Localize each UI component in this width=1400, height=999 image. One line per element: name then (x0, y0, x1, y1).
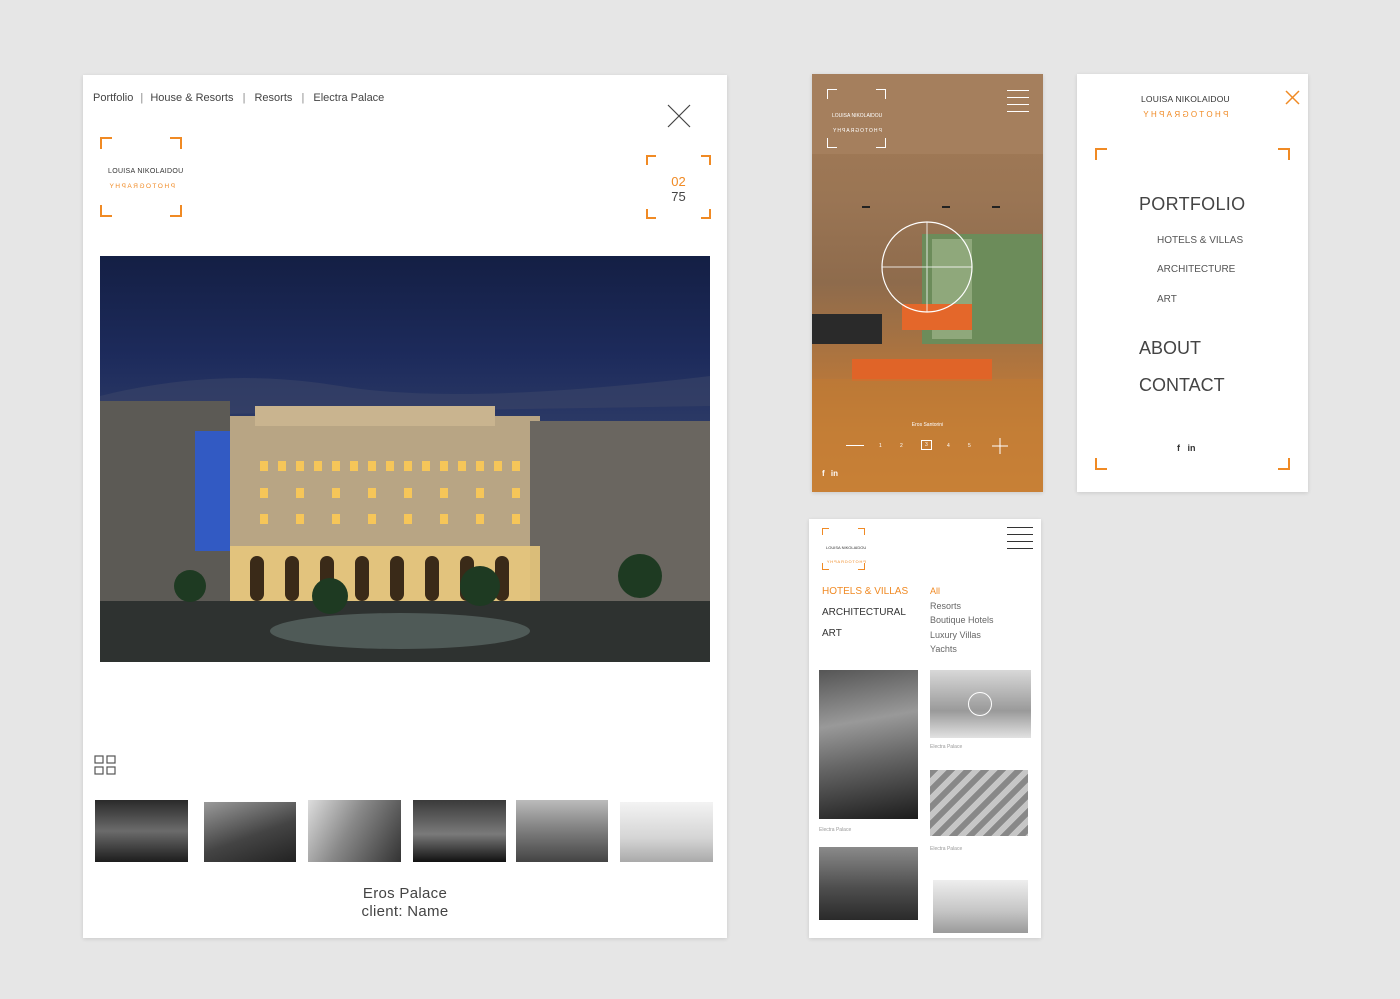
pager-item[interactable]: 4 (947, 443, 950, 449)
pager-item[interactable]: 5 (968, 443, 971, 449)
photo-client: client: Name (361, 903, 449, 920)
facebook-icon[interactable]: f (1177, 443, 1180, 453)
grid-thumbnail[interactable] (933, 880, 1028, 933)
thumbnail[interactable] (413, 800, 506, 862)
filter-boutique-hotels[interactable]: Boutique Hotels (930, 615, 994, 625)
breadcrumb: Portfolio | House & Resorts | Resorts | … (93, 92, 385, 104)
logo-tagline: PHOTOGRAPHY (832, 128, 882, 134)
mobile-slide-card: LOUISA NIKOLAIDOU PHOTOGRAPHY Eros Santo… (812, 74, 1043, 492)
logo-name: LOUISA NIKOLAIDOU (832, 113, 883, 119)
menu-architecture[interactable]: ARCHITECTURE (1157, 264, 1235, 275)
close-icon[interactable] (667, 104, 691, 128)
menu-contact[interactable]: CONTACT (1139, 375, 1225, 396)
grid-thumbnail[interactable] (930, 670, 1031, 738)
thumbnail[interactable] (516, 800, 608, 862)
logo[interactable]: LOUISA NIKOLAIDOU PHOTOGRAPHY (100, 137, 184, 217)
linkedin-icon[interactable]: in (831, 469, 838, 478)
grid-thumbnail[interactable] (930, 770, 1028, 836)
hotel-night-illustration (100, 376, 710, 662)
pager-item[interactable]: 1 (879, 443, 882, 449)
grid-view-icon[interactable] (94, 755, 116, 775)
mobile-grid-card: LOUISA NIKOLAIDOU PHOTOGRAPHY HOTELS & V… (809, 519, 1041, 938)
thumbnail-caption: Electra Palace (930, 744, 963, 750)
video-play-icon[interactable] (968, 692, 992, 716)
pager-numbers: 1 2 3 4 5 (872, 440, 984, 452)
social-links: f in (1177, 443, 1196, 453)
logo-tagline: PHOTOGRAPHY (108, 183, 175, 190)
menu-burger-icon[interactable] (1007, 90, 1029, 112)
counter-total: 75 (671, 189, 686, 204)
menu-hotels-villas[interactable]: HOTELS & VILLAS (1157, 235, 1243, 246)
filter-yachts[interactable]: Yachts (930, 644, 957, 654)
filter-resorts[interactable]: Resorts (930, 601, 961, 611)
grid-thumbnail[interactable] (819, 670, 918, 819)
logo-name: LOUISA NIKOLAIDOU (1141, 94, 1230, 104)
mobile-grid-logo[interactable]: LOUISA NIKOLAIDOU PHOTOGRAPHY (822, 528, 867, 570)
thumbnail[interactable] (308, 800, 401, 862)
category-art[interactable]: ART (822, 628, 842, 639)
mobile-slide-logo[interactable]: LOUISA NIKOLAIDOU PHOTOGRAPHY (827, 89, 886, 148)
pager-next-icon[interactable] (992, 438, 1008, 454)
grid-thumbnail[interactable] (819, 847, 918, 920)
breadcrumb-portfolio[interactable]: Portfolio (93, 92, 133, 104)
menu-burger-icon[interactable] (1007, 527, 1033, 551)
breadcrumb-current: Electra Palace (313, 92, 385, 104)
social-links: f in (822, 469, 838, 478)
logo-name: LOUISA NIKOLAIDOU (108, 168, 184, 175)
pager-item-active[interactable]: 3 (921, 440, 932, 450)
mobile-menu-card: LOUISA NIKOLAIDOU PHOTOGRAPHY PORTFOLIO … (1077, 74, 1308, 492)
category-architectural[interactable]: ARCHITECTURAL (822, 607, 906, 618)
breadcrumb-house-resorts[interactable]: House & Resorts (150, 92, 233, 104)
photo-title: Eros Palace (362, 885, 448, 902)
desktop-gallery-card: Portfolio | House & Resorts | Resorts | … (83, 75, 727, 938)
pager-item[interactable]: 2 (900, 443, 903, 449)
main-photo[interactable] (100, 256, 710, 662)
logo-tagline: PHOTOGRAPHY (826, 559, 866, 564)
thumbnail[interactable] (204, 802, 296, 862)
play-circle-icon[interactable] (880, 220, 974, 314)
close-icon[interactable] (1285, 90, 1300, 105)
mobile-menu-logo[interactable]: LOUISA NIKOLAIDOU PHOTOGRAPHY (1141, 94, 1230, 122)
menu-about[interactable]: ABOUT (1139, 338, 1201, 359)
thumbnail-caption: Electra Palace (930, 846, 963, 852)
pager-prev[interactable] (846, 445, 864, 446)
menu-portfolio[interactable]: PORTFOLIO (1139, 194, 1245, 215)
counter-current: 02 (671, 174, 686, 189)
logo-tagline: PHOTOGRAPHY (1141, 110, 1229, 119)
slide-caption: Eros Santorini (911, 422, 944, 428)
category-hotels-villas[interactable]: HOTELS & VILLAS (822, 586, 908, 597)
facebook-icon[interactable]: f (822, 469, 825, 478)
thumbnail[interactable] (620, 802, 713, 862)
thumbnail[interactable] (95, 800, 188, 862)
menu-art[interactable]: ART (1157, 294, 1177, 305)
logo-name: LOUISA NIKOLAIDOU (826, 545, 867, 550)
breadcrumb-resorts[interactable]: Resorts (254, 92, 292, 104)
linkedin-icon[interactable]: in (1188, 443, 1196, 453)
image-counter: 02 75 (646, 155, 711, 219)
thumbnail-caption: Electra Palace (819, 827, 852, 833)
filter-all[interactable]: All (930, 586, 940, 596)
filter-luxury-villas[interactable]: Luxury Villas (930, 630, 981, 640)
